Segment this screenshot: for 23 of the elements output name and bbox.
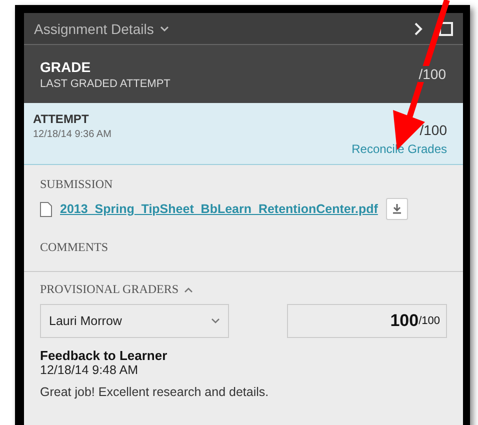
section-heading: COMMENTS: [40, 240, 110, 255]
section-heading: SUBMISSION: [40, 177, 114, 192]
expand-icon[interactable]: [439, 22, 453, 36]
grade-value: /100: [418, 66, 447, 82]
attempt-date: 12/18/14 9:36 AM: [33, 129, 112, 140]
section-heading: PROVISIONAL GRADERS: [40, 282, 179, 297]
score-field[interactable]: 100/100: [287, 304, 447, 338]
download-button[interactable]: [386, 198, 408, 220]
grade-title: GRADE: [40, 58, 92, 74]
attempt-title: ATTEMPT: [33, 112, 90, 126]
grader-dropdown[interactable]: Lauri Morrow: [40, 304, 229, 338]
attempt-value: /100: [420, 122, 447, 138]
feedback-text: Great job! Excellent research and details.: [40, 385, 270, 399]
feedback-date: 12/18/14 9:48 AM: [40, 363, 139, 377]
document-icon: [40, 202, 52, 216]
grade-subtitle: LAST GRADED ATTEMPT: [40, 78, 172, 90]
chevron-up-icon[interactable]: [184, 286, 193, 292]
chevron-right-icon[interactable]: [414, 22, 423, 36]
chevron-down-icon[interactable]: [160, 26, 169, 32]
chevron-down-icon: [211, 318, 220, 324]
panel-title: Assignment Details: [34, 20, 154, 36]
feedback-title: Feedback to Learner: [40, 348, 168, 363]
download-icon: [392, 204, 402, 214]
